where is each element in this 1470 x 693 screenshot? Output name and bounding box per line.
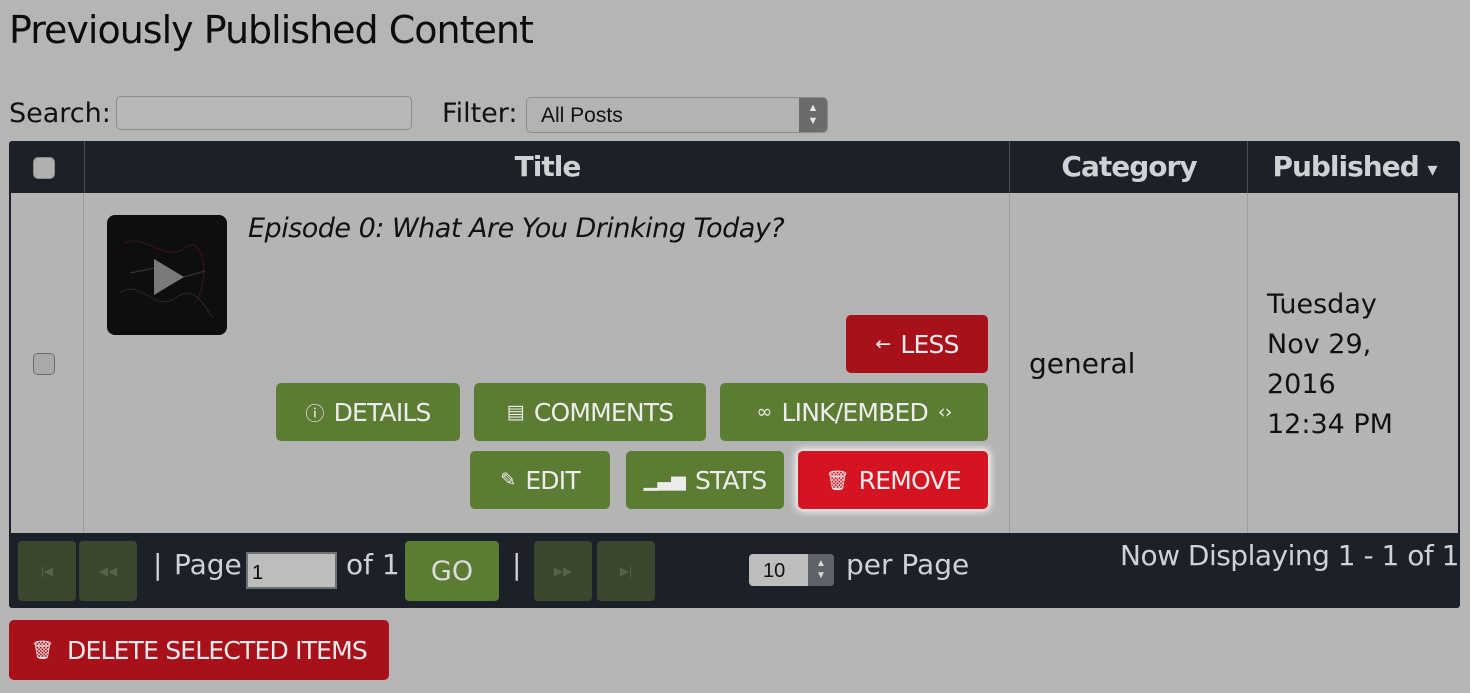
- search-label: Search:: [9, 98, 111, 129]
- table-row: Episode 0: What Are You Drinking Today? …: [11, 193, 1458, 533]
- episode-title[interactable]: Episode 0: What Are You Drinking Today?: [248, 213, 785, 244]
- play-icon: [154, 259, 184, 295]
- select-arrows-icon: ▲ ▼: [808, 554, 834, 586]
- per-page-select[interactable]: 10 ▲ ▼: [749, 554, 834, 586]
- page-label: Page: [174, 548, 242, 581]
- column-header-title[interactable]: Title: [84, 141, 1010, 193]
- last-page-icon: ▶|: [619, 564, 633, 578]
- trash-icon: 🗑: [30, 639, 54, 661]
- previous-page-button[interactable]: ◀◀: [79, 541, 137, 601]
- details-button[interactable]: ⓘ DETAILS: [276, 383, 460, 441]
- row-checkbox[interactable]: [33, 353, 55, 375]
- page-title: Previously Published Content: [9, 8, 534, 52]
- published-date-cell: Tuesday Nov 29, 2016 12:34 PM: [1267, 289, 1393, 440]
- less-button[interactable]: ← LESS: [846, 315, 988, 373]
- episode-thumbnail[interactable]: [107, 215, 227, 335]
- arrow-left-icon: ←: [875, 333, 891, 355]
- pager-separator: |: [512, 548, 522, 581]
- link-embed-button[interactable]: ∞ LINK/EMBED ‹›: [720, 383, 988, 441]
- column-header-category[interactable]: Category: [1009, 141, 1248, 193]
- filter-label: Filter:: [442, 98, 518, 129]
- select-all-checkbox[interactable]: [33, 157, 55, 179]
- last-page-button[interactable]: ▶|: [597, 541, 655, 601]
- table-header: Title Category Published ▾: [9, 141, 1460, 193]
- remove-button[interactable]: 🗑 REMOVE: [798, 451, 988, 509]
- filter-select-value: All Posts: [541, 104, 623, 127]
- stats-button[interactable]: ▁▃▅ STATS: [626, 451, 784, 509]
- comment-icon: ▤: [506, 401, 525, 423]
- trash-icon: 🗑: [825, 469, 849, 492]
- delete-selected-button[interactable]: 🗑 DELETE SELECTED ITEMS: [9, 620, 389, 680]
- display-count-text: Now Displaying 1 - 1 of 1: [1120, 539, 1459, 572]
- bar-chart-icon: ▁▃▅: [643, 469, 686, 491]
- first-page-button[interactable]: |◀: [18, 541, 76, 601]
- sort-descending-icon: ▾: [1427, 157, 1438, 181]
- pagination-bar: |◀ ◀◀ | Page 1 of 1 GO | ▶▶ ▶| 10 ▲ ▼ per…: [9, 533, 1460, 608]
- rewind-icon: ◀◀: [98, 564, 118, 578]
- page-count-label: of 1: [346, 548, 400, 581]
- fast-forward-icon: ▶▶: [553, 564, 573, 578]
- link-icon: ∞: [756, 401, 772, 423]
- code-icon: ‹›: [937, 401, 952, 423]
- pencil-icon: ✎: [500, 469, 516, 491]
- next-page-button[interactable]: ▶▶: [534, 541, 592, 601]
- toolbar: Search: Filter: All Posts ▲ ▼: [9, 96, 849, 133]
- first-page-icon: |◀: [40, 564, 54, 578]
- column-header-published[interactable]: Published ▾: [1247, 141, 1461, 193]
- category-cell: general: [1029, 347, 1136, 380]
- info-icon: ⓘ: [305, 402, 324, 425]
- content-table: Title Category Published ▾ Episode 0: Wh…: [9, 141, 1460, 608]
- page-number-input[interactable]: 1: [246, 552, 337, 589]
- search-input[interactable]: [116, 96, 412, 130]
- pager-separator: |: [153, 548, 163, 581]
- edit-button[interactable]: ✎ EDIT: [470, 451, 610, 509]
- comments-button[interactable]: ▤ COMMENTS: [474, 383, 706, 441]
- select-arrows-icon: ▲ ▼: [799, 98, 827, 132]
- filter-select[interactable]: All Posts ▲ ▼: [526, 97, 828, 133]
- go-button[interactable]: GO: [405, 541, 499, 601]
- per-page-label: per Page: [846, 548, 970, 581]
